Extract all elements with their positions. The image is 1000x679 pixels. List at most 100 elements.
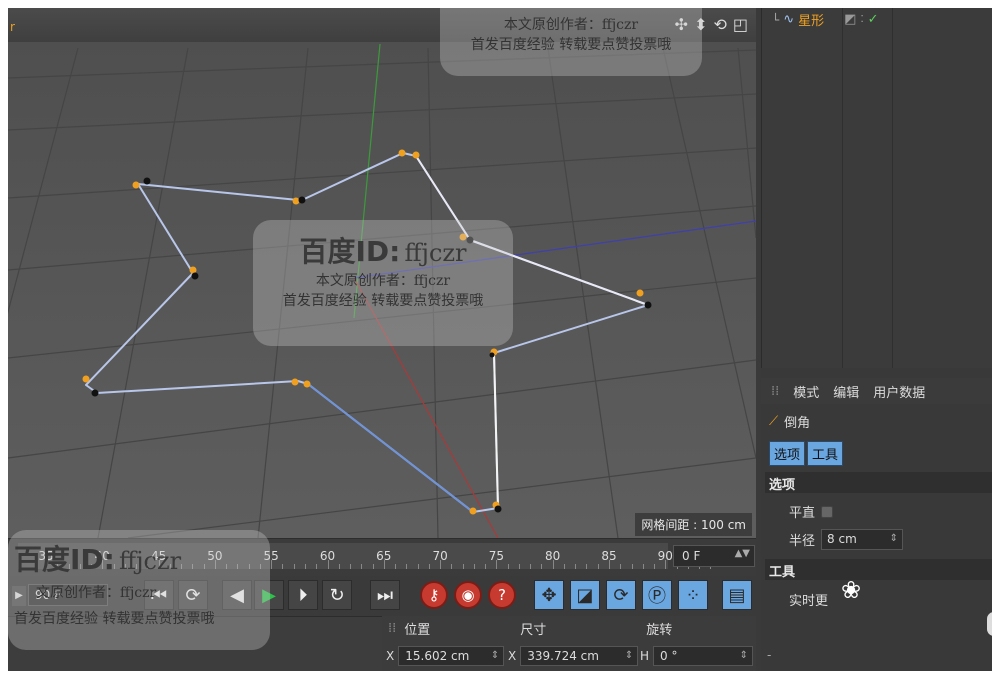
timeline-tick bbox=[282, 564, 284, 569]
coord-h-label: H bbox=[640, 649, 650, 663]
subtab-options[interactable]: 选项 bbox=[769, 441, 806, 466]
timeline-tick bbox=[563, 564, 565, 569]
panel-scroll-handle[interactable] bbox=[987, 612, 992, 636]
timeline-tick bbox=[518, 564, 520, 569]
section-options-header[interactable]: 选项 bbox=[765, 472, 992, 493]
watermark-id-label: ID: bbox=[355, 235, 401, 268]
enabled-check-icon[interactable]: ✓ bbox=[868, 12, 879, 27]
perspective-viewport[interactable]: r ✣ ⬍ ⟲ ◰ 网格间距 : 100 cm 百度ID: ffjczr 本文原… bbox=[8, 8, 756, 538]
x-size-stepper-icon[interactable]: ⇕ bbox=[625, 650, 633, 661]
object-row-star[interactable]: └ ∿ 星形 ◩ ⁚ ✓ bbox=[772, 10, 879, 29]
scale-key-icon: ◪ bbox=[576, 584, 594, 606]
timeline-tick bbox=[304, 564, 306, 569]
move-key-icon: ✥ bbox=[541, 584, 557, 606]
spline-icon: ∿ bbox=[783, 12, 795, 27]
x-position-stepper-icon[interactable]: ⇕ bbox=[491, 650, 499, 661]
film-icon: ▤ bbox=[728, 584, 746, 606]
loop-button[interactable]: ↻ bbox=[322, 580, 352, 610]
subtab-tool[interactable]: 工具 bbox=[807, 441, 844, 466]
timeline-tick bbox=[597, 564, 599, 569]
cinema4d-window: r ✣ ⬍ ⟲ ◰ 网格间距 : 100 cm 百度ID: ffjczr 本文原… bbox=[8, 8, 992, 671]
watermark-top-text: 本文原创作者：ffjczr 首发百度经验 转载要点赞投票哦 bbox=[448, 14, 694, 54]
flat-checkbox[interactable] bbox=[821, 505, 834, 518]
visibility-dots-icon[interactable]: ⁚ bbox=[860, 14, 863, 25]
tab-mode[interactable]: 模式 bbox=[793, 382, 819, 401]
timeline-tick bbox=[338, 564, 340, 569]
watermark-brand: 百度 bbox=[299, 235, 356, 268]
timeline-tick bbox=[361, 564, 363, 569]
timeline-tick bbox=[271, 560, 273, 569]
coord-header: ⁞⁞ 位置 尺寸 旋转 bbox=[382, 616, 756, 640]
tab-edit[interactable]: 编辑 bbox=[833, 382, 859, 401]
timeline-tick bbox=[395, 564, 397, 569]
param-key-button[interactable]: Ⓟ bbox=[642, 580, 672, 610]
rotate-key-icon: ⟳ bbox=[613, 584, 629, 606]
move-key-button[interactable]: ✥ bbox=[534, 580, 564, 610]
timeline-tick bbox=[383, 560, 385, 569]
timeline-tick bbox=[350, 564, 352, 569]
timeline-tick bbox=[440, 560, 442, 569]
timeline-tick bbox=[642, 564, 644, 569]
coord-header-size: 尺寸 bbox=[520, 622, 547, 638]
x-size-field[interactable]: 339.724 cm ⇕ bbox=[520, 646, 639, 666]
go-end-button[interactable]: ⏭ bbox=[370, 580, 400, 610]
scale-key-button[interactable]: ◪ bbox=[570, 580, 600, 610]
coord-x-label: X bbox=[386, 649, 395, 663]
timeline-tick bbox=[316, 564, 318, 569]
object-name: 星形 bbox=[798, 14, 825, 29]
record-active-button[interactable]: ⚷ bbox=[420, 581, 448, 609]
coordinate-manager: ⁞⁞ 位置 尺寸 旋转 X 15.602 cm ⇕ X 339.724 cm ⇕ H… bbox=[382, 616, 756, 671]
watermark-bottom-text: 百度ID: ffjczr 文原创作者：ffjczr 首发百度经验 转载要点赞投票… bbox=[14, 538, 264, 628]
coord-x-size-label: X bbox=[508, 649, 517, 663]
frame-stepper-icon[interactable]: ▲▼ bbox=[735, 548, 750, 559]
timeline-tick bbox=[417, 564, 419, 569]
timeline-tick bbox=[485, 564, 487, 569]
watermark-line2: 首发百度经验 转载要点赞投票哦 bbox=[282, 293, 484, 309]
timeline-tick bbox=[327, 560, 329, 569]
watermark-center-text: 百度ID: ffjczr 本文原创作者：ffjczr 首发百度经验 转载要点赞投… bbox=[263, 230, 503, 310]
timeline-tick bbox=[406, 564, 408, 569]
go-end-icon: ⏭ bbox=[376, 584, 394, 606]
timeline-tick bbox=[293, 564, 295, 569]
maximize-view-icon[interactable]: ◰ bbox=[733, 16, 748, 34]
loop-icon: ↻ bbox=[329, 584, 345, 606]
timeline-tick bbox=[473, 564, 475, 569]
flat-label: 平直 bbox=[789, 506, 816, 521]
rotate-view-icon[interactable]: ⟲ bbox=[713, 16, 726, 34]
attribute-subtabs: 选项 工具 bbox=[769, 441, 844, 466]
realtime-label: 实时更 bbox=[789, 594, 829, 609]
h-rotation-field[interactable]: 0 ° ⇕ bbox=[653, 646, 754, 666]
coord-h-rotation: H 0 ° ⇕ bbox=[640, 646, 754, 666]
radius-field[interactable]: 8 cm ⇕ bbox=[821, 529, 904, 550]
timeline-tick bbox=[541, 564, 543, 569]
point-key-button[interactable]: ⁘ bbox=[678, 580, 708, 610]
timeline-tick bbox=[575, 564, 577, 569]
radius-label: 半径 bbox=[789, 534, 816, 549]
coord-x-size: X 339.724 cm ⇕ bbox=[508, 646, 639, 666]
watermark-author-id: ffjczr bbox=[404, 239, 467, 267]
tool-title: ⟋ 倒角 bbox=[769, 412, 810, 431]
watermark-line1: 本文原创作者：ffjczr bbox=[315, 273, 451, 289]
timeline-tick bbox=[620, 564, 622, 569]
film-button[interactable]: ▤ bbox=[722, 580, 752, 610]
step-forward-button[interactable]: ⏵ bbox=[288, 580, 318, 610]
watermark-top-line2: 首发百度经验 转载要点赞投票哦 bbox=[470, 37, 672, 53]
keyframe-help-button[interactable]: ? bbox=[488, 581, 516, 609]
rotate-key-button[interactable]: ⟳ bbox=[606, 580, 636, 610]
tab-user-data[interactable]: 用户数据 bbox=[873, 382, 925, 401]
section-tool-header[interactable]: 工具 bbox=[765, 559, 992, 580]
autokey-button[interactable]: ◉ bbox=[454, 581, 482, 609]
h-rotation-stepper-icon[interactable]: ⇕ bbox=[740, 650, 748, 661]
layer-icon[interactable]: ◩ bbox=[844, 12, 856, 27]
x-position-value: 15.602 cm bbox=[405, 649, 470, 663]
timeline-tick bbox=[428, 564, 430, 569]
grid-spacing-label: 网格间距 : 100 cm bbox=[635, 513, 752, 536]
x-position-field[interactable]: 15.602 cm ⇕ bbox=[398, 646, 505, 666]
timeline-tick bbox=[609, 560, 610, 569]
grip-icon: ⁞⁞ bbox=[388, 620, 397, 636]
timeline-tick bbox=[372, 564, 374, 569]
radius-stepper-icon[interactable]: ⇕ bbox=[890, 533, 898, 544]
coord-header-rotation: 旋转 bbox=[646, 622, 673, 638]
watermark-top-line1: 本文原创作者：ffjczr bbox=[503, 17, 639, 33]
current-frame-field[interactable]: 0 F ▲▼ bbox=[673, 545, 755, 567]
